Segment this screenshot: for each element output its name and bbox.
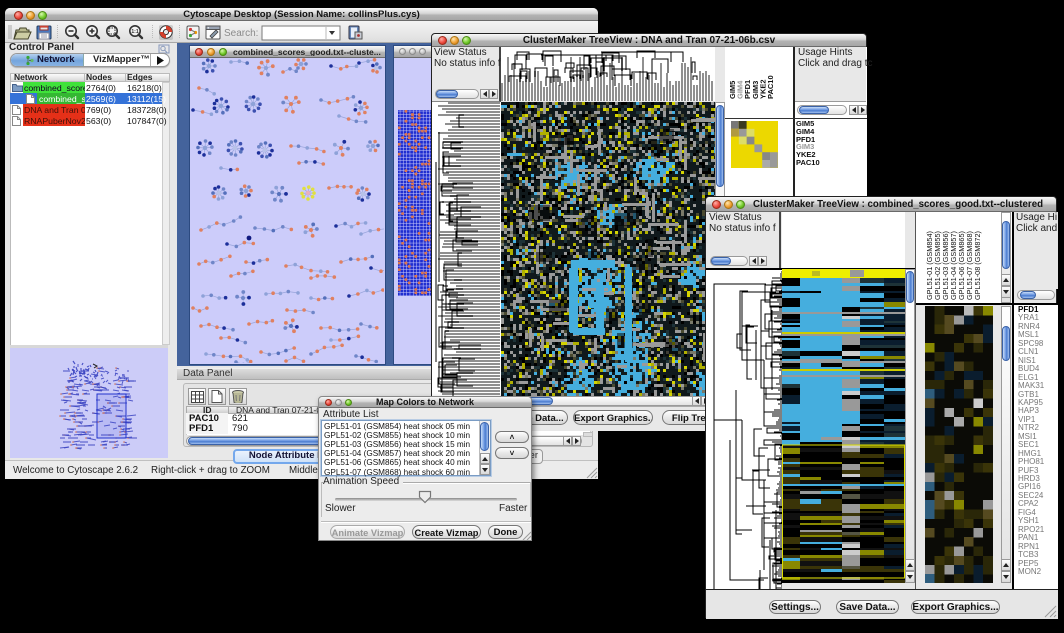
svg-text:PAC10: PAC10 [766,75,775,99]
svg-text:Search:: Search: [224,28,258,39]
svg-text:1:1: 1:1 [131,29,138,35]
